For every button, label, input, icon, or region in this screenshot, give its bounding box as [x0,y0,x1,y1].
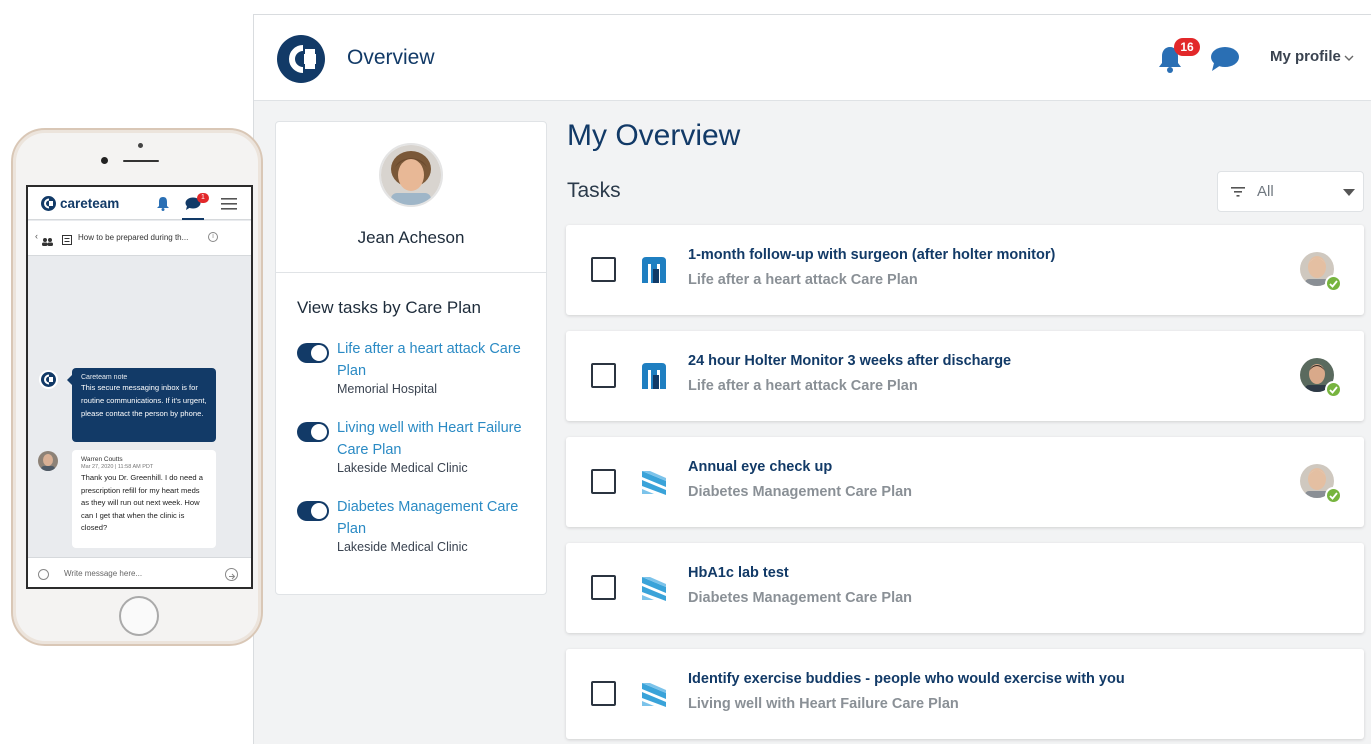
message-bubble: Warren Coutts Mar 27, 2020 | 11:58 AM PD… [72,450,216,548]
phone-mockup: careteam 1 ‹ How to be prepared during t… [11,128,263,646]
hospital-m-icon [640,255,668,285]
task-row[interactable]: Identify exercise buddies - people who w… [566,649,1364,739]
conversation-header: ‹ How to be prepared during th... i [28,221,251,256]
page-title: Overview [347,46,435,69]
sender-avatar [38,451,58,471]
emoji-icon[interactable] [38,569,49,580]
send-icon[interactable] [225,568,238,581]
phone-home-button[interactable] [119,596,159,636]
completed-check-icon [1325,275,1342,292]
care-plan-toggle[interactable] [297,422,329,442]
hospital-m-icon [640,361,668,391]
task-title[interactable]: Identify exercise buddies - people who w… [688,671,1125,687]
my-profile-menu[interactable]: My profile [1270,48,1341,65]
patient-care-plans-panel: Jean Acheson View tasks by Care Plan Lif… [275,121,547,595]
care-plan-document-icon[interactable] [62,232,72,245]
care-plan-link[interactable]: Life after a heart attack Care Plan [337,338,537,382]
top-navigation-bar: Overview 16 My profile [254,15,1371,101]
task-title[interactable]: HbA1c lab test [688,565,789,581]
task-care-plan: Diabetes Management Care Plan [688,484,913,500]
clinic-stripes-icon [640,679,668,709]
task-row[interactable]: 1-month follow-up with surgeon (after ho… [566,225,1364,315]
phone-app-header: careteam 1 [28,187,251,220]
completed-check-icon [1325,487,1342,504]
phone-camera [138,143,143,148]
care-plan-organization: Memorial Hospital [337,382,438,396]
task-title[interactable]: 24 hour Holter Monitor 3 weeks after dis… [688,353,1011,369]
care-plan-organization: Lakeside Medical Clinic [337,540,468,554]
task-checkbox[interactable] [591,681,616,706]
message-compose-bar: Write message here... [28,557,251,587]
hamburger-menu-icon[interactable] [221,197,237,211]
message-timestamp: Mar 27, 2020 | 11:58 AM PDT [81,464,154,470]
phone-speaker [123,160,159,162]
task-checkbox[interactable] [591,257,616,282]
notifications-bell-icon[interactable] [156,196,170,211]
patient-header: Jean Acheson [276,122,546,273]
completed-check-icon [1325,381,1342,398]
careteam-note-avatar-icon [39,370,58,389]
brand-name: careteam [60,196,120,211]
messages-chat-icon[interactable] [1210,45,1240,73]
task-checkbox[interactable] [591,363,616,388]
task-title[interactable]: Annual eye check up [688,459,832,475]
clinic-stripes-icon [640,467,668,497]
task-checkbox[interactable] [591,469,616,494]
message-text: Thank you Dr. Greenhill. I do need a pre… [81,473,203,533]
notifications-count-badge: 16 [1174,38,1200,56]
filter-icon [1231,185,1245,197]
participants-icon[interactable] [42,233,53,246]
screenshot-stage: Overview 16 My profile Jean Acheson View… [0,0,1371,744]
message-count-badge: 1 [197,193,209,203]
task-care-plan: Life after a heart attack Care Plan [688,272,918,288]
patient-name: Jean Acheson [357,228,465,247]
note-text: This secure messaging inbox is for routi… [81,383,207,418]
task-row[interactable]: 24 hour Holter Monitor 3 weeks after dis… [566,331,1364,421]
care-plan-link[interactable]: Living well with Heart Failure Care Plan [337,417,537,461]
task-care-plan: Life after a heart attack Care Plan [688,378,918,394]
task-title[interactable]: 1-month follow-up with surgeon (after ho… [688,247,1055,263]
careteam-logo-icon[interactable] [41,196,56,211]
message-sender: Warren Coutts [81,456,123,463]
patient-avatar [379,143,443,207]
overview-title: My Overview [567,119,741,152]
phone-screen: careteam 1 ‹ How to be prepared during t… [26,185,253,589]
message-input[interactable]: Write message here... [64,569,142,578]
conversation-title: How to be prepared during th... [78,233,189,242]
task-care-plan: Diabetes Management Care Plan [688,590,913,606]
desktop-app-window: Overview 16 My profile Jean Acheson View… [253,14,1371,744]
task-care-plan: Living well with Heart Failure Care Plan [688,696,959,712]
filter-selected-value: All [1257,183,1274,200]
clinic-stripes-icon [640,573,668,603]
care-plans-heading: View tasks by Care Plan [297,298,481,317]
back-chevron-icon[interactable]: ‹ [35,231,38,241]
chevron-down-icon[interactable] [1344,50,1354,61]
care-plan-organization: Lakeside Medical Clinic [337,461,468,475]
careteam-note-bubble: Careteam note This secure messaging inbo… [67,368,216,442]
phone-sensor [101,157,108,164]
care-plan-toggle[interactable] [297,501,329,521]
task-row[interactable]: Annual eye check up Diabetes Management … [566,437,1364,527]
care-plan-link[interactable]: Diabetes Management Care Plan [337,496,537,540]
tasks-heading: Tasks [567,179,621,202]
task-checkbox[interactable] [591,575,616,600]
note-label: Careteam note [81,374,128,381]
care-plan-toggle[interactable] [297,343,329,363]
info-icon[interactable]: i [208,232,218,242]
task-row[interactable]: HbA1c lab test Diabetes Management Care … [566,543,1364,633]
task-filter-dropdown[interactable]: All [1217,171,1364,212]
caret-down-icon [1343,189,1355,196]
active-tab-indicator [182,218,204,220]
careteam-logo-icon[interactable] [277,35,325,83]
